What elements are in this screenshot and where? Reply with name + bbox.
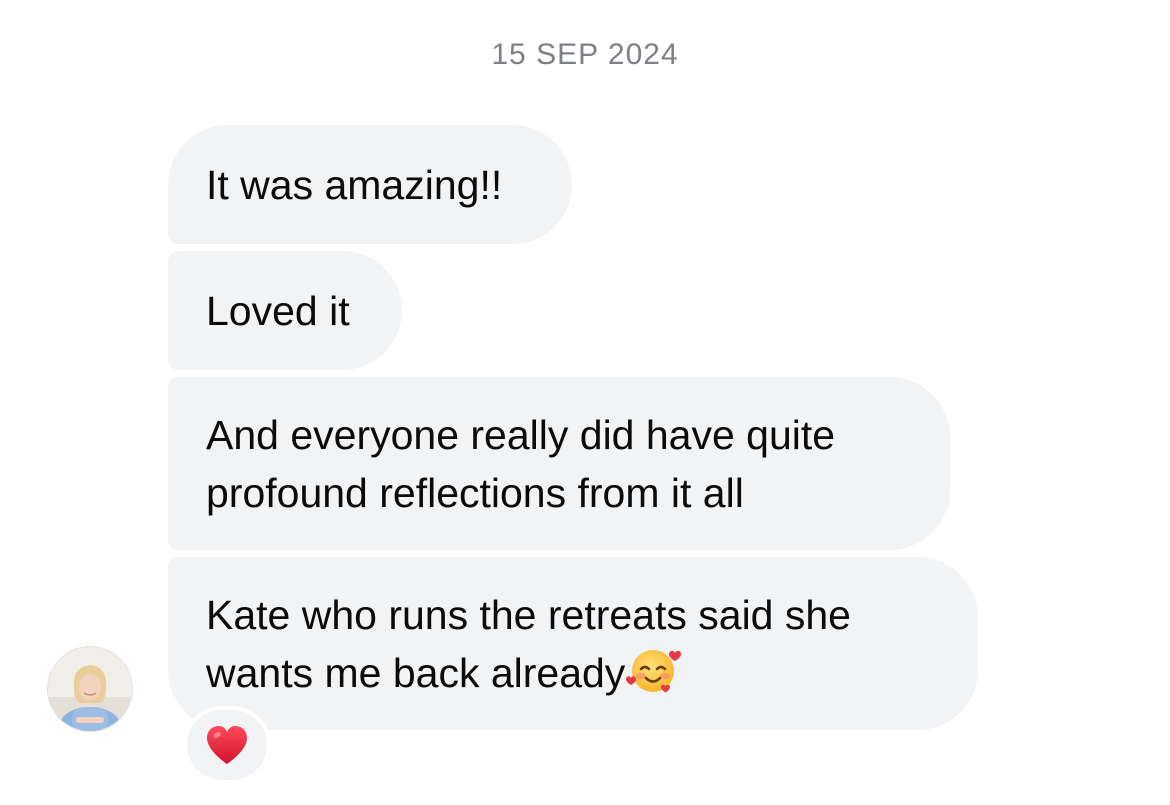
message-content: Kate who runs the retreats said she want… [206, 586, 940, 702]
reaction-badge[interactable] [183, 706, 271, 784]
avatar-photo [48, 647, 132, 731]
message-bubble-1[interactable]: It was amazing!! [168, 125, 572, 244]
contact-avatar[interactable] [48, 647, 132, 731]
message-text: And everyone really did have quite profo… [206, 411, 836, 516]
red-heart-icon [207, 726, 247, 764]
message-bubble-2[interactable]: Loved it [168, 251, 402, 370]
message-bubble-4[interactable]: Kate who runs the retreats said she want… [168, 557, 978, 730]
date-separator: 15 SEP 2024 [491, 38, 679, 71]
message-text: Loved it [206, 287, 350, 334]
message-text: It was amazing!! [206, 161, 503, 208]
smiling-face-with-hearts-icon [626, 649, 682, 692]
message-text: Kate who runs the retreats said she want… [206, 591, 851, 696]
message-bubble-3[interactable]: And everyone really did have quite profo… [168, 377, 950, 550]
